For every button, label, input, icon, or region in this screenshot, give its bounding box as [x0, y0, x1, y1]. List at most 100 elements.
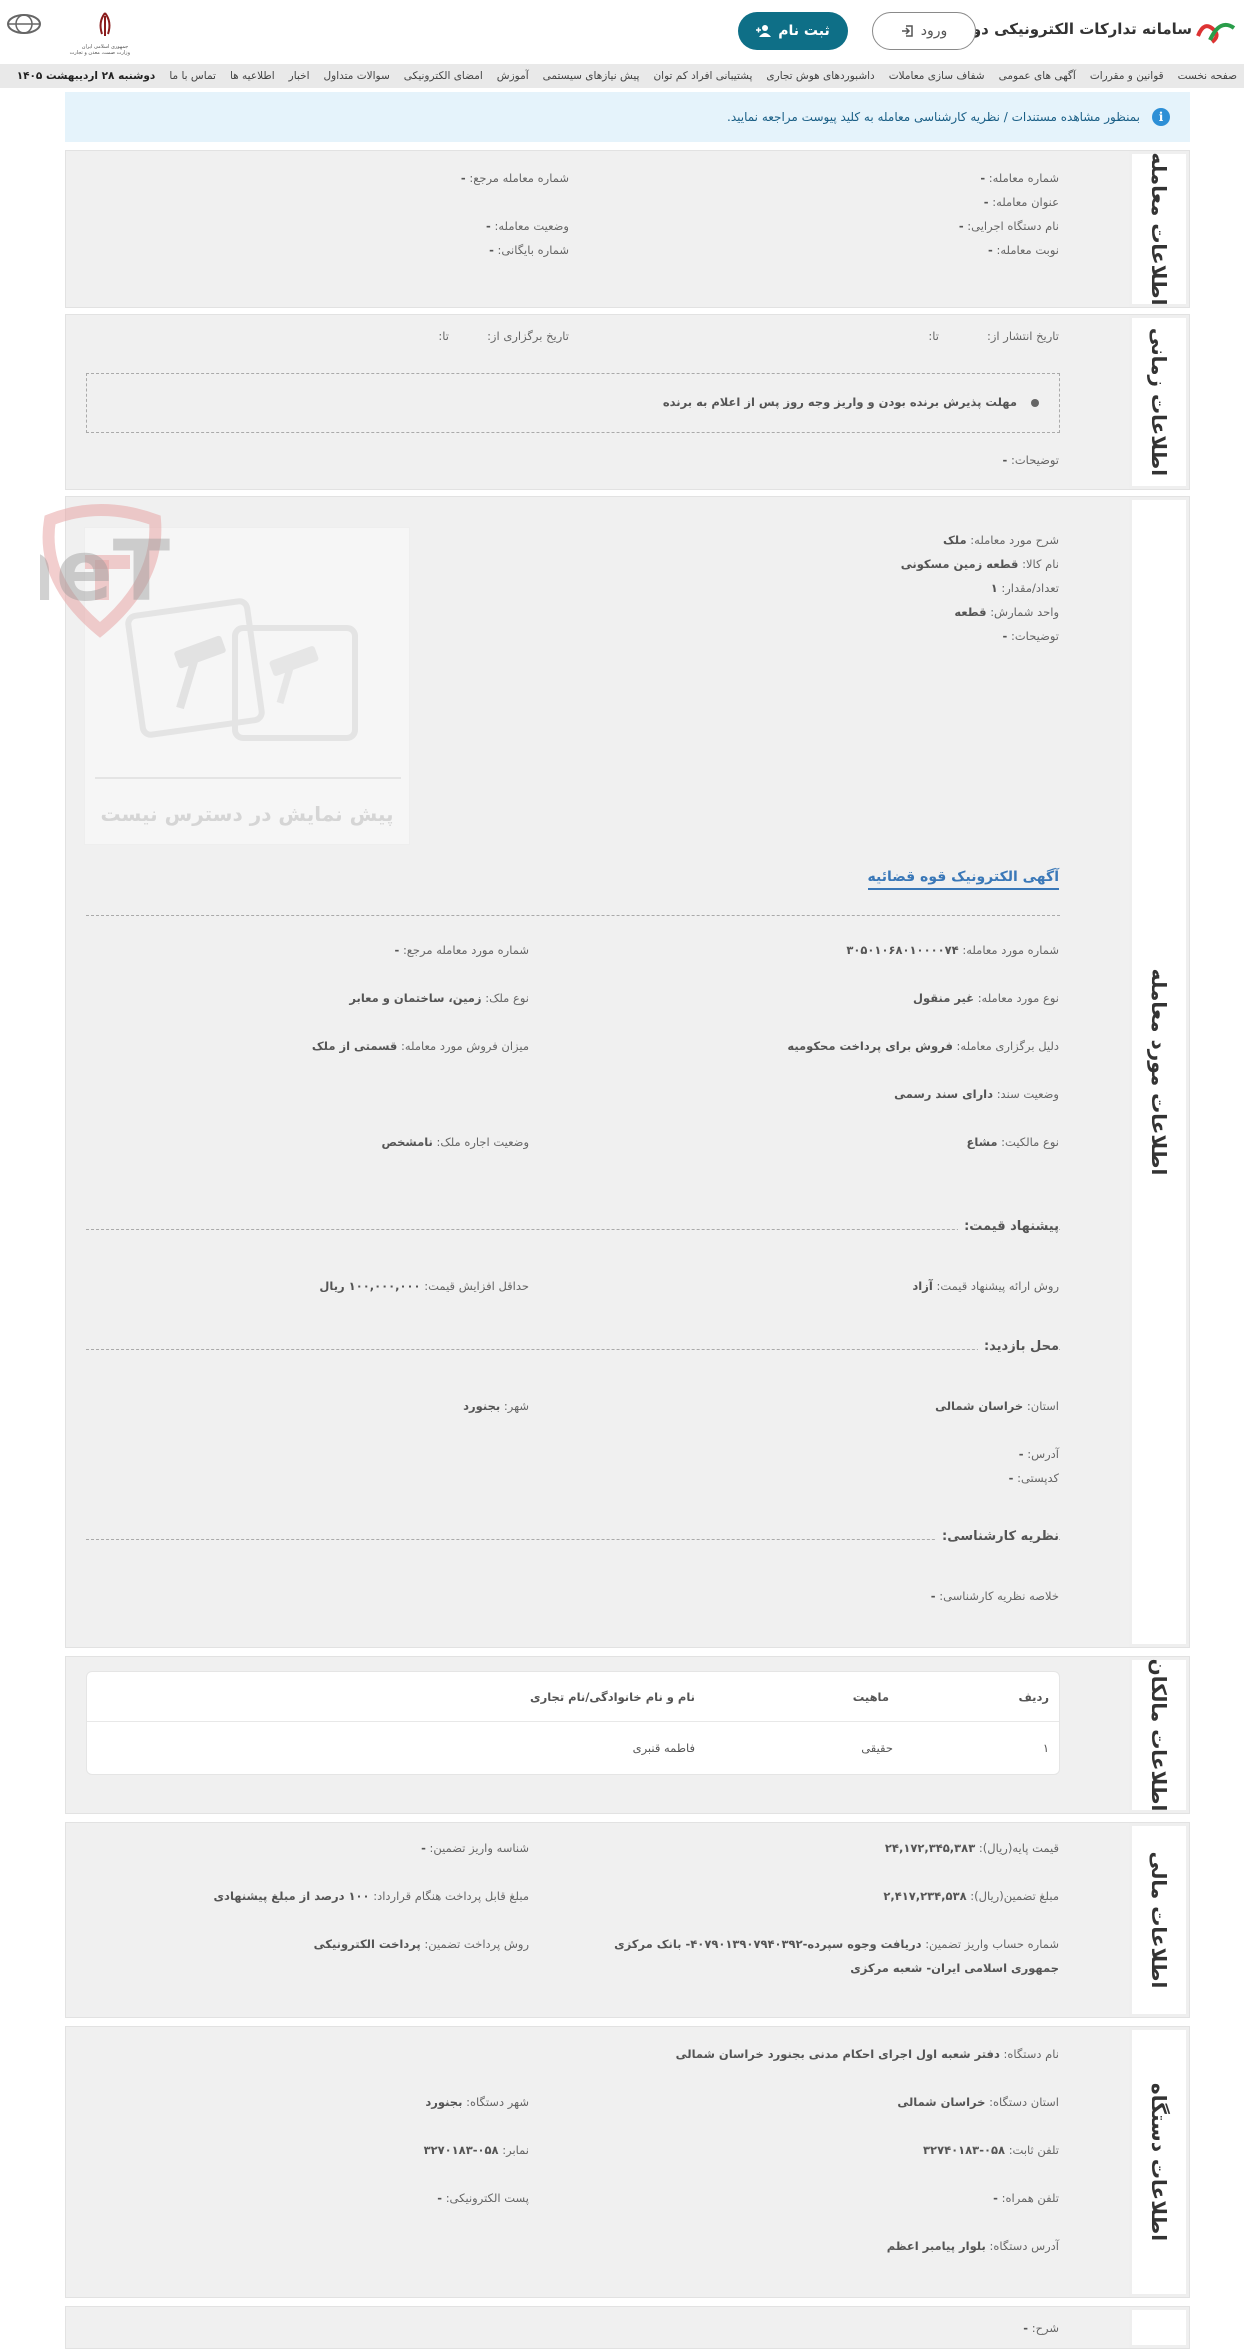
deal-agency-field: نام دستگاه اجرایی: -: [958, 219, 1059, 233]
min-increase-field: حداقل افزایش قیمت: ۱۰۰,۰۰۰,۰۰۰ ریال: [319, 1279, 529, 1293]
gavel-placeholder-icon: [95, 598, 401, 779]
hold-from-field: تاریخ برگزاری از:: [487, 329, 569, 343]
divider: [86, 1229, 1060, 1230]
hold-to-field: تا:: [438, 329, 449, 343]
secondary-logo: [4, 10, 44, 54]
publish-from-field: تاریخ انتشار از:: [987, 329, 1059, 343]
lease-field: وضعیت اجاره ملک: نامشخص: [381, 1135, 529, 1149]
deal-subject-field: عنوان معامله: -: [983, 195, 1059, 209]
nav-item-accessibility[interactable]: پشتیبانی افراد کم توان: [646, 70, 759, 82]
agency-section: اطلاعات دستگاه نام دستگاه: دفتر شعبه اول…: [65, 2026, 1190, 2298]
account-field-line2: جمهوری اسلامی ایران- شعبه مرکزی: [850, 1961, 1059, 1975]
nav-item-news[interactable]: اخبار: [282, 70, 317, 82]
globe-icon: [7, 14, 41, 34]
finance-section: اطلاعات مالی قیمت پایه(ریال): ۲۴,۱۷۲,۳۴۵…: [65, 1822, 1190, 2018]
item-type-field: نوع مورد معامله: غیر منقول: [913, 991, 1059, 1005]
image-preview-placeholder: پیش نمایش در دسترس نیست: [84, 527, 410, 845]
deal-ref-number-field: شماره معامله مرجع: -: [460, 171, 569, 185]
divider: [86, 1349, 1060, 1350]
section-title-agency: اطلاعات دستگاه: [1129, 2027, 1189, 2297]
ministry-logo: جمهوری اسلامی ایران وزارت صمت، معدن و تج…: [69, 10, 130, 56]
timing-desc-field: توضیحات: -: [1002, 453, 1059, 467]
payable-field: مبلغ قابل پرداخت هنگام قرارداد: ۱۰۰ درصد…: [213, 1889, 529, 1903]
section-title-extra: [1129, 2307, 1189, 2348]
info-icon: i: [1152, 108, 1170, 126]
notice-banner: i بمنظور مشاهده مستندات / نظریه کارشناسی…: [65, 92, 1190, 142]
section-title-item: اطلاعات مورد معامله: [1129, 497, 1189, 1647]
bullet-icon: [1031, 399, 1039, 407]
extra-section: شرح: -: [65, 2306, 1190, 2349]
base-price-field: قیمت پایه(ریال): ۲۴,۱۷۲,۳۴۵,۳۸۳: [884, 1841, 1059, 1855]
ref-case-number-field: شماره مورد معامله مرجع: -: [394, 943, 530, 957]
cell-nature: حقیقی: [861, 1741, 893, 1755]
visit-heading: محل بازدید:: [977, 1339, 1059, 1354]
deal-status-field: وضعیت معامله: -: [486, 219, 569, 233]
section-title-finance: اطلاعات مالی: [1129, 1823, 1189, 2017]
site-title: سامانه تدارکات الکترونیکی دولت: [950, 20, 1192, 38]
agency-phone-field: تلفن ثابت: ۰۵۸-۳۲۷۴۰۱۸۳: [923, 2143, 1059, 2157]
deal-number-field: شماره معامله: -: [980, 171, 1059, 185]
ministry-logo-line2: وزارت صمت، معدن و تجارت: [69, 50, 130, 56]
judiciary-ad-link[interactable]: آگهی الکترونیک قوه قضائیه: [867, 869, 1059, 890]
login-label: ورود: [920, 23, 948, 39]
item-qty-field: تعداد/مقدار: ۱: [990, 581, 1059, 595]
nav-item-bi-dashboards[interactable]: داشبوردهای هوش تجاری: [759, 70, 881, 82]
col-row: ردیف: [1018, 1690, 1049, 1704]
cell-name: فاطمه قنبری: [632, 1741, 695, 1755]
agency-province-field: استان دستگاه: خراسان شمالی: [897, 2095, 1059, 2109]
register-label: ثبت نام: [778, 23, 830, 39]
login-button[interactable]: ورود: [872, 12, 976, 50]
table-header: ردیف ماهیت نام و نام خانوادگی/نام تجاری: [87, 1672, 1059, 1722]
no-preview-text: پیش نمایش در دسترس نیست: [100, 802, 394, 826]
agency-mobile-field: تلفن همراه: -: [993, 2191, 1059, 2205]
owners-section: اطلاعات مالکان ردیف ماهیت نام و نام خانو…: [65, 1656, 1190, 1814]
deadline-text: مهلت پذیرش برنده بودن و واریز وجه روز پس…: [662, 395, 1017, 409]
section-title-owners: اطلاعات مالکان: [1129, 1657, 1189, 1813]
deal-info-section: اطلاعات معامله شماره معامله: - شماره معا…: [65, 150, 1190, 308]
property-type-field: نوع ملک: زمین، ساختمان و معابر: [349, 991, 529, 1005]
divider: [86, 1539, 1060, 1540]
item-goods-field: نام کالا: قطعه زمین مسکونی: [900, 557, 1059, 571]
section-title-timing: اطلاعات زمانی: [1129, 315, 1189, 489]
pay-method-field: روش پرداخت تضمین: پرداخت الکترونیکی: [313, 1937, 529, 1951]
guarantee-amount-field: مبلغ تضمین(ریال): ۲,۴۱۷,۲۳۴,۵۳۸: [883, 1889, 1059, 1903]
province-field: استان: خراسان شمالی: [935, 1399, 1059, 1413]
publish-to-field: تا:: [928, 329, 939, 343]
nav-item-transparency[interactable]: شفاف سازی معاملات: [882, 70, 992, 82]
table-row: ۱ حقیقی فاطمه قنبری: [87, 1723, 1059, 1773]
address-field: آدرس: -: [1018, 1447, 1059, 1461]
current-date: دوشنبه ۲۸ اردیبهشت ۱۴۰۵: [16, 70, 156, 82]
agency-city-field: شهر دستگاه: بجنورد: [425, 2095, 529, 2109]
nav-item-faq[interactable]: سوالات متداول: [317, 70, 397, 82]
nav-item-e-signature[interactable]: امضای الکترونیکی: [397, 70, 490, 82]
nav-item-public-ads[interactable]: آگهی های عمومی: [992, 70, 1083, 82]
nav-item-laws[interactable]: قوانین و مقررات: [1083, 70, 1171, 82]
offer-method-field: روش ارائه پیشنهاد قیمت: آزاد: [912, 1279, 1059, 1293]
col-nature: ماهیت: [852, 1690, 889, 1704]
timing-section: اطلاعات زمانی تاریخ انتشار از: تا: تاریخ…: [65, 314, 1190, 490]
agency-email-field: پست الکترونیکی: -: [437, 2191, 529, 2205]
price-offer-heading: پیشنهاد قیمت:: [958, 1219, 1059, 1234]
nav-item-contact[interactable]: تماس با ما: [162, 70, 223, 82]
register-button[interactable]: ثبت نام: [738, 12, 848, 50]
expert-summary-field: خلاصه نظریه کارشناسی: -: [930, 1589, 1059, 1603]
nav-item-announcements[interactable]: اطلاعیه ها: [223, 70, 282, 82]
reason-field: دلیل برگزاری معامله: فروش برای پرداخت مح…: [787, 1039, 1059, 1053]
divider: [86, 915, 1060, 916]
deal-archive-field: شماره بایگانی: -: [489, 243, 569, 257]
site-logo-icon[interactable]: [1194, 14, 1238, 48]
nav-item-home[interactable]: صفحه نخست: [1171, 70, 1244, 82]
nav-item-system-requirements[interactable]: پیش نیازهای سیستمی: [536, 70, 647, 82]
main-nav: صفحه نخست قوانین و مقررات آگهی های عمومی…: [0, 64, 1244, 88]
login-icon: [901, 25, 913, 37]
emblem-icon: [99, 12, 111, 36]
item-desc-field: شرح مورد معامله: ملک: [943, 533, 1059, 547]
agency-address-field: آدرس دستگاه: بلوار پیامبر اعظم: [886, 2239, 1059, 2253]
guarantee-id-field: شناسه واریز تضمین: -: [421, 1841, 529, 1855]
col-name: نام و نام خانوادگی/نام تجاری: [530, 1690, 695, 1704]
nav-item-training[interactable]: آموزش: [490, 70, 536, 82]
expert-heading: نظریه کارشناسی:: [936, 1529, 1059, 1544]
cell-row: ۱: [1042, 1741, 1049, 1755]
add-user-icon: [756, 25, 772, 37]
account-field: شماره حساب واریز تضمین: دریافت وجوه سپرد…: [614, 1937, 1059, 1951]
